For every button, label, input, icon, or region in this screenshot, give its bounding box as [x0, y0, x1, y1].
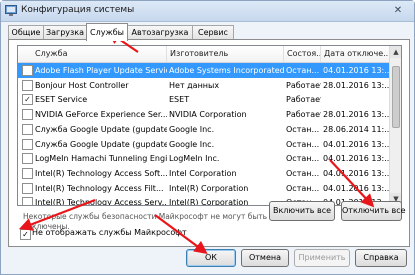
table-row[interactable]: LogMeIn Hamachi Tunneling Engine LogMeIn …: [18, 151, 389, 166]
service-checkbox[interactable]: [22, 167, 33, 179]
help-button[interactable]: Справка: [355, 249, 407, 267]
disable-all-button[interactable]: Отключить все: [341, 201, 406, 221]
service-name: LogMeIn Hamachi Tunneling Engine: [35, 154, 167, 164]
tab-services[interactable]: Службы: [86, 23, 128, 41]
service-date-disabled: 04.01.2016 13:...: [323, 139, 389, 149]
window-title: Конфигурация системы: [21, 5, 135, 15]
service-checkbox[interactable]: [22, 182, 33, 194]
tab-boot[interactable]: Загрузка: [43, 25, 87, 40]
service-name: Intel(R) Technology Access Soft...: [35, 168, 167, 178]
service-status: Остан...: [286, 154, 320, 164]
table-row[interactable]: Bonjour Host Controller Нет данных Работае…: [18, 78, 389, 93]
service-checkbox[interactable]: [22, 109, 33, 121]
service-status: Работает: [286, 95, 321, 105]
table-row[interactable]: NVIDIA GeForce Experience Ser... NVIDIA C…: [18, 107, 389, 122]
column-header-date-disabled[interactable]: Дата отключе...: [321, 46, 389, 62]
service-status: Остан...: [286, 183, 320, 193]
service-checkbox[interactable]: [22, 138, 33, 150]
apply-button[interactable]: Применить: [294, 249, 350, 267]
service-manufacturer: Нет данных: [169, 80, 220, 90]
table-row[interactable]: ✓ ESET Service ESET Работает: [18, 92, 389, 107]
service-name: Служба Google Update (gupdatem): [35, 139, 167, 149]
service-manufacturer: LogMeIn Inc.: [169, 154, 220, 164]
service-date-disabled: 04.01.2016 13:...: [323, 66, 389, 75]
service-manufacturer: Adobe Systems Incorporated: [169, 66, 284, 75]
title-bar: Конфигурация системы ✕: [1, 1, 414, 22]
vertical-scrollbar[interactable]: ▲ ▼: [389, 46, 401, 205]
service-manufacturer: Intel(R) Corporation: [169, 183, 249, 193]
service-manufacturer: Google Inc.: [169, 124, 215, 134]
service-checkbox[interactable]: [22, 79, 33, 91]
service-manufacturer: ESET: [169, 95, 190, 105]
service-status: Остан...: [286, 139, 320, 149]
close-icon[interactable]: ✕: [387, 4, 409, 18]
table-row[interactable]: Служба Google Update (gupdate) Google Inc…: [18, 122, 389, 137]
table-row[interactable]: Intel(R) Technology Access Filt... Intel(…: [18, 181, 389, 196]
service-date-disabled: 04.01.2016 13:...: [323, 168, 389, 178]
ok-button[interactable]: ОК: [186, 249, 236, 267]
cancel-button[interactable]: Отмена: [241, 249, 289, 267]
hide-ms-services-label: Не отображать службы Майкрософт: [32, 228, 187, 237]
service-status: Остан...: [286, 168, 320, 178]
table-row[interactable]: Intel(R) Technology Access Soft... Intel …: [18, 166, 389, 181]
scroll-up-icon[interactable]: ▲: [390, 46, 401, 58]
service-name: Adobe Flash Player Update Service: [35, 66, 167, 75]
service-manufacturer: Google Inc.: [169, 139, 215, 149]
service-name: Intel(R) Technology Access Filt...: [35, 183, 164, 193]
service-name: NVIDIA GeForce Experience Ser...: [35, 110, 167, 120]
service-date-disabled: 04.01.2016 13:...: [323, 183, 389, 193]
service-status: Остан...: [286, 66, 320, 75]
column-header-service[interactable]: Служба: [18, 46, 167, 62]
tab-startup[interactable]: Автозагрузка: [127, 25, 193, 40]
service-date-disabled: [321, 92, 389, 107]
service-status: Работает: [286, 80, 321, 90]
hide-ms-services-checkbox[interactable]: ✓: [20, 229, 31, 240]
service-checkbox[interactable]: [22, 197, 33, 205]
service-checkbox[interactable]: ✓: [22, 94, 33, 106]
service-date-disabled: 28.01.2016 13:...: [323, 80, 389, 90]
service-checkbox[interactable]: [22, 153, 33, 165]
service-name: Bonjour Host Controller: [35, 80, 129, 90]
system-config-window: Конфигурация системы ✕ Общие Загрузка Сл…: [0, 0, 415, 275]
service-checkbox[interactable]: [22, 65, 33, 76]
tab-tools[interactable]: Сервис: [192, 25, 234, 40]
column-header-manufacturer[interactable]: Изготовитель: [167, 46, 284, 62]
service-date-disabled: 04.01.2016 13:...: [323, 154, 389, 164]
service-name: ESET Service: [35, 95, 88, 105]
service-manufacturer: NVIDIA Corporation: [169, 110, 247, 120]
list-header: Служба Изготовитель Состоя... Дата отклю…: [18, 46, 389, 63]
table-row[interactable]: Adobe Flash Player Update Service Adobe S…: [18, 63, 389, 78]
tab-general[interactable]: Общие: [8, 25, 44, 40]
column-header-status[interactable]: Состоя...: [284, 46, 321, 62]
service-status: Остан...: [286, 124, 320, 134]
enable-all-button[interactable]: Включить все: [269, 201, 335, 221]
table-row[interactable]: Служба Google Update (gupdatem) Google In…: [18, 137, 389, 152]
service-manufacturer: Intel Corporation: [169, 168, 237, 178]
services-list[interactable]: Служба Изготовитель Состоя... Дата отклю…: [17, 45, 402, 206]
service-name: Служба Google Update (gupdate): [35, 124, 167, 134]
scrollbar-thumb[interactable]: [392, 66, 400, 128]
service-manufacturer: Intel(R) Corporation: [169, 198, 249, 206]
service-date-disabled: 28.06.2014 11:...: [323, 124, 389, 134]
services-panel: Служба Изготовитель Состоя... Дата отклю…: [8, 39, 410, 247]
msconfig-icon: [5, 5, 17, 16]
service-date-disabled: 28.01.2016 13:...: [323, 110, 389, 120]
service-status: Работает: [286, 110, 321, 120]
service-name: Intel(R) Technology Access Serv...: [35, 198, 167, 206]
service-checkbox[interactable]: [22, 123, 33, 135]
